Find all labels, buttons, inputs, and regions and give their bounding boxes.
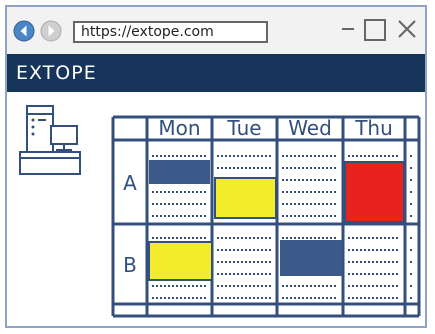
day-header-mon: Mon — [158, 116, 200, 140]
schedule-table: Mon Tue Wed Thu A B — [111, 115, 421, 318]
booking-block-a-thu — [344, 161, 405, 223]
booking-block-a-tue — [214, 177, 277, 219]
day-header-wed: Wed — [288, 116, 332, 140]
maximize-icon — [364, 19, 386, 41]
forward-arrow-icon — [40, 20, 62, 42]
booking-block-b-wed — [280, 240, 342, 276]
minimize-icon — [342, 28, 354, 30]
url-bar[interactable]: https://extope.com — [73, 21, 268, 43]
main-content: Mon Tue Wed Thu A B — [7, 92, 425, 328]
booking-block-a-mon — [149, 160, 210, 184]
brand-logo: EXTOPE — [16, 62, 97, 84]
browser-toolbar: https://extope.com — [7, 7, 425, 54]
maximize-button[interactable] — [363, 18, 387, 46]
forward-button[interactable] — [40, 20, 62, 42]
row-label-a: A — [123, 171, 137, 195]
app-window: https://extope.com EXTOPE Mon Tue Wed Th… — [5, 5, 427, 328]
booking-block-b-mon — [148, 241, 213, 281]
close-button[interactable] — [396, 18, 418, 44]
minimize-button[interactable] — [340, 16, 356, 42]
day-header-tue: Tue — [226, 116, 261, 140]
row-label-b: B — [123, 253, 137, 277]
back-button[interactable] — [13, 20, 35, 42]
close-icon — [398, 20, 416, 38]
back-arrow-icon — [13, 20, 35, 42]
day-header-thu: Thu — [354, 116, 393, 140]
brand-header: EXTOPE — [7, 54, 425, 92]
